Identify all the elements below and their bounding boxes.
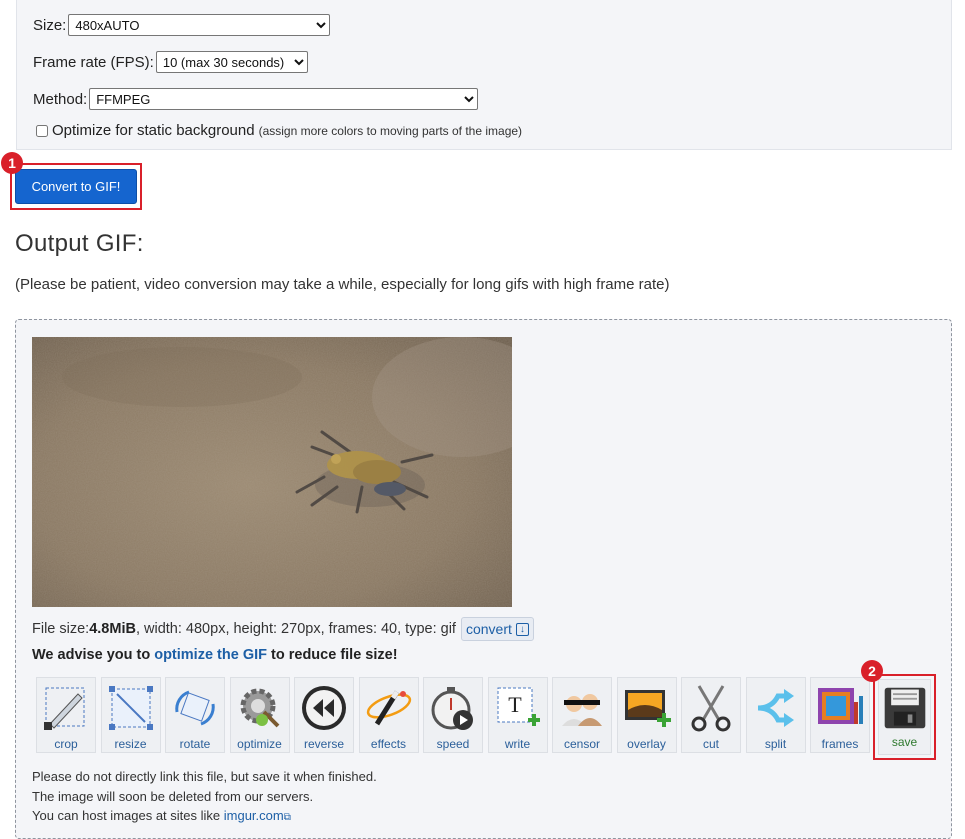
- tool-optimize[interactable]: optimize: [229, 677, 290, 753]
- tool-censor[interactable]: censor: [552, 677, 612, 753]
- footer-line-3: You can host images at sites like imgur.…: [32, 806, 377, 828]
- imgur-link[interactable]: imgur.com: [224, 808, 284, 823]
- optimize-advice: We advise you to optimize the GIF to red…: [32, 647, 398, 663]
- file-info: File size: 4.8MiB , width: 480px, height…: [32, 617, 534, 641]
- output-panel: File size: 4.8MiB , width: 480px, height…: [15, 319, 952, 839]
- frames-icon: [818, 688, 863, 724]
- tool-write[interactable]: T write: [487, 677, 548, 753]
- convert-to-gif-button[interactable]: Convert to GIF!: [15, 169, 137, 204]
- scissors-icon: [691, 685, 731, 732]
- resize-icon: [108, 686, 153, 730]
- crop-icon: [44, 687, 85, 730]
- tool-crop-label: crop: [54, 737, 78, 751]
- tool-split-label: split: [764, 737, 787, 751]
- convert-format-label: convert: [465, 621, 512, 637]
- tool-bar: crop resize rotate optimize reverse effe…: [36, 677, 875, 753]
- svg-text:T: T: [508, 692, 522, 717]
- fps-select[interactable]: 10 (max 30 seconds): [155, 51, 308, 73]
- size-label: Size:: [33, 16, 67, 34]
- size-select[interactable]: 480xAUTO: [68, 14, 331, 36]
- size-row: Size: 480xAUTO: [33, 14, 331, 36]
- tool-write-label: write: [504, 737, 531, 751]
- save-floppy-icon: [884, 687, 925, 729]
- optimize-note: (assign more colors to moving parts of t…: [258, 123, 523, 138]
- split-arrows-icon: [757, 689, 794, 727]
- step-badge-1: 1: [1, 152, 23, 174]
- method-row: Method: FFMPEG: [33, 88, 479, 110]
- tool-resize-label: resize: [114, 737, 147, 751]
- tool-save-label: save: [891, 735, 918, 749]
- advice-text-a: We advise you to: [32, 647, 155, 663]
- options-panel: Size: 480xAUTO Frame rate (FPS): 10 (max…: [16, 0, 952, 150]
- tool-overlay-label: overlay: [627, 737, 666, 751]
- optimize-row: Optimize for static background (assign m…: [33, 122, 522, 139]
- optimize-gif-link[interactable]: optimize the GIF: [154, 647, 267, 663]
- footer-note: Please do not directly link this file, b…: [32, 767, 377, 828]
- tool-rotate[interactable]: rotate: [165, 677, 225, 753]
- tool-speed[interactable]: speed: [423, 677, 483, 753]
- file-details: , width: 480px, height: 270px, frames: 4…: [135, 621, 456, 637]
- censor-faces-icon: [562, 694, 602, 726]
- tool-overlay[interactable]: overlay: [616, 677, 677, 753]
- tool-split[interactable]: split: [745, 677, 806, 753]
- tool-crop[interactable]: crop: [36, 677, 96, 753]
- tool-censor-label: censor: [563, 737, 601, 751]
- method-label: Method:: [33, 90, 88, 108]
- crab-on-sand-image: [32, 337, 512, 607]
- advice-text-b: to reduce file size!: [267, 647, 398, 663]
- file-size-prefix: File size:: [32, 621, 90, 637]
- convert-highlight: Convert to GIF!: [10, 163, 142, 210]
- reverse-icon: [302, 686, 346, 730]
- output-gif-image: [32, 337, 512, 607]
- fps-row: Frame rate (FPS): 10 (max 30 seconds): [33, 51, 308, 73]
- optimize-gear-icon: [240, 688, 279, 728]
- save-highlight: save: [873, 674, 936, 760]
- fps-label: Frame rate (FPS):: [33, 53, 154, 71]
- optimize-label: Optimize for static background: [52, 122, 255, 139]
- tool-effects-label: effects: [370, 737, 407, 751]
- output-title: Output GIF:: [15, 230, 144, 257]
- footer-line-2: The image will soon be deleted from our …: [32, 788, 314, 804]
- tool-speed-label: speed: [436, 737, 470, 751]
- tool-reverse[interactable]: reverse: [294, 677, 354, 753]
- effects-wand-icon: [366, 690, 411, 726]
- step-badge-2: 2: [861, 660, 883, 682]
- tool-rotate-label: rotate: [179, 737, 211, 751]
- download-arrow-icon: ↓: [515, 622, 529, 636]
- file-size-value: 4.8MiB: [89, 621, 136, 637]
- footer-line-1: Please do not directly link this file, b…: [32, 769, 377, 784]
- rotate-icon: [175, 690, 215, 726]
- tool-reverse-label: reverse: [303, 737, 344, 751]
- tool-frames[interactable]: frames: [810, 677, 870, 753]
- tool-optimize-label: optimize: [237, 737, 282, 751]
- patience-note: (Please be patient, video conversion may…: [15, 276, 670, 293]
- write-text-icon: T: [497, 687, 540, 726]
- method-select[interactable]: FFMPEG: [89, 88, 479, 110]
- tool-cut[interactable]: cut: [681, 677, 741, 753]
- tool-frames-label: frames: [821, 737, 859, 751]
- tool-effects[interactable]: effects: [358, 677, 419, 753]
- speed-stopwatch-icon: [431, 687, 473, 730]
- external-link-icon: ⧉: [283, 812, 291, 823]
- convert-format-button[interactable]: convert ↓: [460, 617, 534, 641]
- tool-resize[interactable]: resize: [100, 677, 161, 753]
- tool-save[interactable]: save: [878, 679, 931, 755]
- optimize-checkbox[interactable]: [36, 124, 48, 137]
- overlay-image-icon: [624, 690, 671, 727]
- footer-line-3-prefix: You can host images at sites like: [32, 808, 224, 823]
- tool-cut-label: cut: [702, 737, 719, 751]
